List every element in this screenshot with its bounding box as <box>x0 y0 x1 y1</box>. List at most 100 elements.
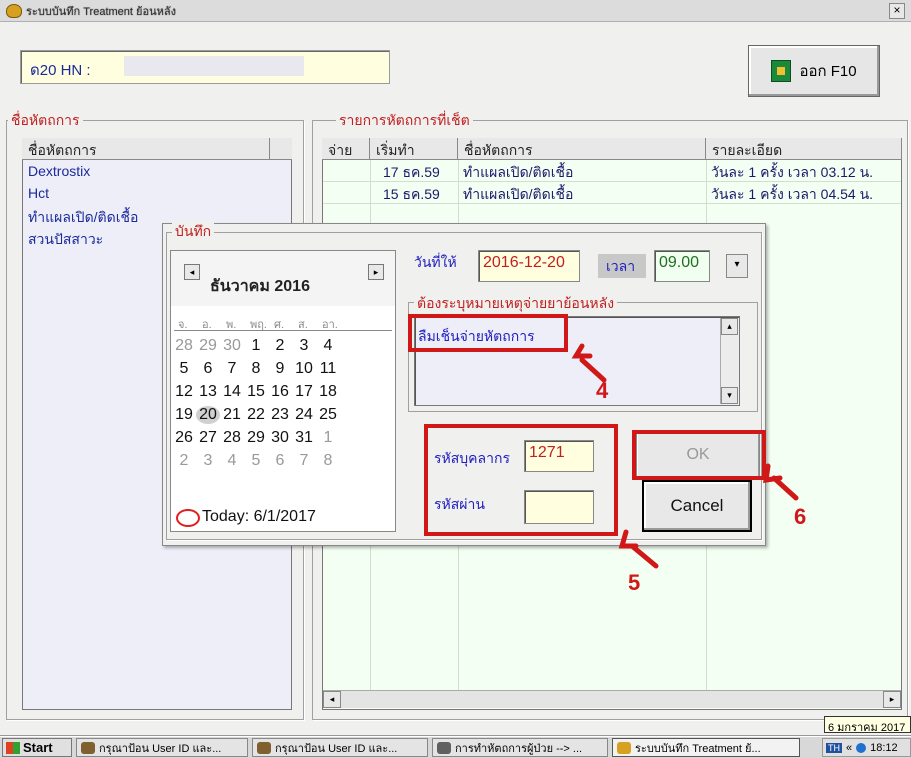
scroll-right-icon[interactable]: ▸ <box>883 691 901 708</box>
calendar-day[interactable]: 29 <box>244 429 268 447</box>
scroll-up-icon[interactable]: ▴ <box>721 318 738 335</box>
time-input[interactable]: 09.00 <box>654 250 710 282</box>
calendar-day[interactable]: 3 <box>196 452 220 470</box>
calendar-day[interactable]: 19 <box>172 406 196 424</box>
calendar-day[interactable]: 1 <box>244 337 268 355</box>
list-item[interactable]: Hct <box>28 185 49 201</box>
annotation-arrow-6-icon <box>771 475 799 501</box>
calendar-day[interactable]: 2 <box>268 337 292 355</box>
calendar-day[interactable]: 5 <box>244 452 268 470</box>
calendar-divider <box>174 330 392 331</box>
calendar-day[interactable]: 17 <box>292 383 316 401</box>
exit-button[interactable]: ออก F10 <box>748 45 880 97</box>
app-icon <box>81 741 95 754</box>
taskbar-item-label: กรุณาป้อน User ID และ... <box>275 742 398 755</box>
calendar-day[interactable]: 28 <box>220 429 244 447</box>
calendar-day[interactable]: 24 <box>292 406 316 424</box>
procedure-list-header-blank <box>270 138 292 160</box>
clock[interactable]: 18:12 <box>870 742 898 754</box>
column-header-detail[interactable]: รายละเอียด <box>706 138 902 160</box>
scroll-left-icon[interactable]: ◂ <box>323 691 341 708</box>
list-item[interactable]: ทำแผลเปิด/ติดเชื้อ <box>28 207 138 229</box>
calendar-day[interactable]: 6 <box>196 360 220 378</box>
reason-group-label: ต้องระบุหมายเหตุจ่ายยาย้อนหลัง <box>414 293 618 315</box>
table-row[interactable]: 17 ธค.59 ทำแผลเปิด/ติดเชื้อ วันละ 1 ครั้… <box>323 160 901 182</box>
calendar-day[interactable]: 3 <box>292 337 316 355</box>
calendar-day[interactable]: 21 <box>220 406 244 424</box>
calendar-day[interactable]: 31 <box>292 429 316 447</box>
calendar-day[interactable]: 16 <box>268 383 292 401</box>
today-label[interactable]: Today: 6/1/2017 <box>202 508 316 526</box>
calendar-day[interactable]: 25 <box>316 406 340 424</box>
list-item[interactable]: สวนปัสสาวะ <box>28 229 103 251</box>
procedure-list-header[interactable]: ชื่อหัตถการ <box>22 138 270 160</box>
calendar-day[interactable]: 18 <box>316 383 340 401</box>
column-header-paid[interactable]: จ่าย <box>322 138 370 160</box>
calendar-day[interactable]: 2 <box>172 452 196 470</box>
close-button[interactable]: × <box>889 3 905 19</box>
cell-start: 15 ธค.59 <box>383 186 440 202</box>
start-button[interactable]: Start <box>2 738 72 757</box>
calendar-day[interactable]: 7 <box>220 360 244 378</box>
calendar-day[interactable]: 28 <box>172 337 196 355</box>
calendar-day[interactable]: 30 <box>220 337 244 355</box>
cell-detail: วันละ 1 ครั้ง เวลา 04.54 น. <box>711 186 874 202</box>
app-icon <box>257 741 271 754</box>
annotation-label-6: 6 <box>794 504 807 529</box>
hn-label: ด20 HN : <box>30 62 91 79</box>
prev-month-icon[interactable]: ◂ <box>184 264 200 280</box>
calendar-day[interactable]: 20 <box>196 406 220 424</box>
calendar-day[interactable]: 26 <box>172 429 196 447</box>
annotation-label-4: 4 <box>596 378 609 403</box>
calendar-day[interactable]: 30 <box>268 429 292 447</box>
calendar-day[interactable]: 15 <box>244 383 268 401</box>
language-indicator[interactable]: TH <box>826 742 842 753</box>
calendar-day[interactable]: 12 <box>172 383 196 401</box>
calendar-day[interactable]: 9 <box>268 360 292 378</box>
calendar-day[interactable]: 22 <box>244 406 268 424</box>
taskbar-item[interactable]: กรุณาป้อน User ID และ... <box>252 738 428 757</box>
calendar-day[interactable]: 6 <box>268 452 292 470</box>
exit-door-icon <box>771 60 792 82</box>
calendar-day[interactable]: 29 <box>196 337 220 355</box>
taskbar-item[interactable]: กรุณาป้อน User ID และ... <box>76 738 248 757</box>
annotation-label-5: 5 <box>628 570 641 595</box>
cell-start: 17 ธค.59 <box>383 164 440 180</box>
calendar-day[interactable]: 14 <box>220 383 244 401</box>
calendar-day[interactable]: 1 <box>316 429 340 447</box>
tray-expand-icon[interactable]: « <box>846 742 852 754</box>
date-label: วันที่ให้ <box>414 254 457 270</box>
column-header-name[interactable]: ชื่อหัตถการ <box>458 138 706 160</box>
taskbar-item-active[interactable]: ระบบบันทึก Treatment ย้... <box>612 738 800 757</box>
calendar-month-label: ธันวาคม 2016 <box>210 278 310 295</box>
horizontal-scrollbar[interactable]: ◂ ▸ <box>323 690 901 708</box>
taskbar-item-label: ระบบบันทึก Treatment ย้... <box>635 742 761 755</box>
calendar-day[interactable]: 4 <box>316 337 340 355</box>
annotation-arrowhead-5-icon <box>618 529 639 549</box>
calendar-day[interactable]: 10 <box>292 360 316 378</box>
calendar-day[interactable]: 8 <box>316 452 340 470</box>
date-input[interactable]: 2016-12-20 <box>478 250 580 282</box>
annotation-arrows <box>571 343 799 569</box>
time-dropdown-chevron-down-icon[interactable]: ▾ <box>726 254 748 278</box>
calendar-day[interactable]: 5 <box>172 360 196 378</box>
calendar-day[interactable]: 8 <box>244 360 268 378</box>
list-item[interactable]: Dextrostix <box>28 163 90 179</box>
cell-detail: วันละ 1 ครั้ง เวลา 03.12 น. <box>711 164 874 180</box>
calendar-day[interactable]: 27 <box>196 429 220 447</box>
calendar-day[interactable]: 23 <box>268 406 292 424</box>
calendar-day[interactable]: 13 <box>196 383 220 401</box>
title-bar: ระบบบันทึก Treatment ย้อนหลัง × <box>0 0 911 22</box>
taskbar-item-label: กรุณาป้อน User ID และ... <box>99 742 222 755</box>
annotation-arrow-4-icon <box>579 357 607 383</box>
column-header-start[interactable]: เริ่มทำ <box>370 138 458 160</box>
next-month-icon[interactable]: ▸ <box>368 264 384 280</box>
calendar-day[interactable]: 11 <box>316 360 340 378</box>
taskbar-item[interactable]: การทำหัตถการผู้ป่วย --> ... <box>432 738 608 757</box>
procedure-group-label: ชื่อหัตถการ <box>8 110 83 132</box>
calendar-day[interactable]: 4 <box>220 452 244 470</box>
hn-input[interactable] <box>124 56 304 76</box>
calendar-day[interactable]: 7 <box>292 452 316 470</box>
taskbar-item-label: การทำหัตถการผู้ป่วย --> ... <box>455 742 583 755</box>
table-row[interactable]: 15 ธค.59 ทำแผลเปิด/ติดเชื้อ วันละ 1 ครั้… <box>323 182 901 204</box>
